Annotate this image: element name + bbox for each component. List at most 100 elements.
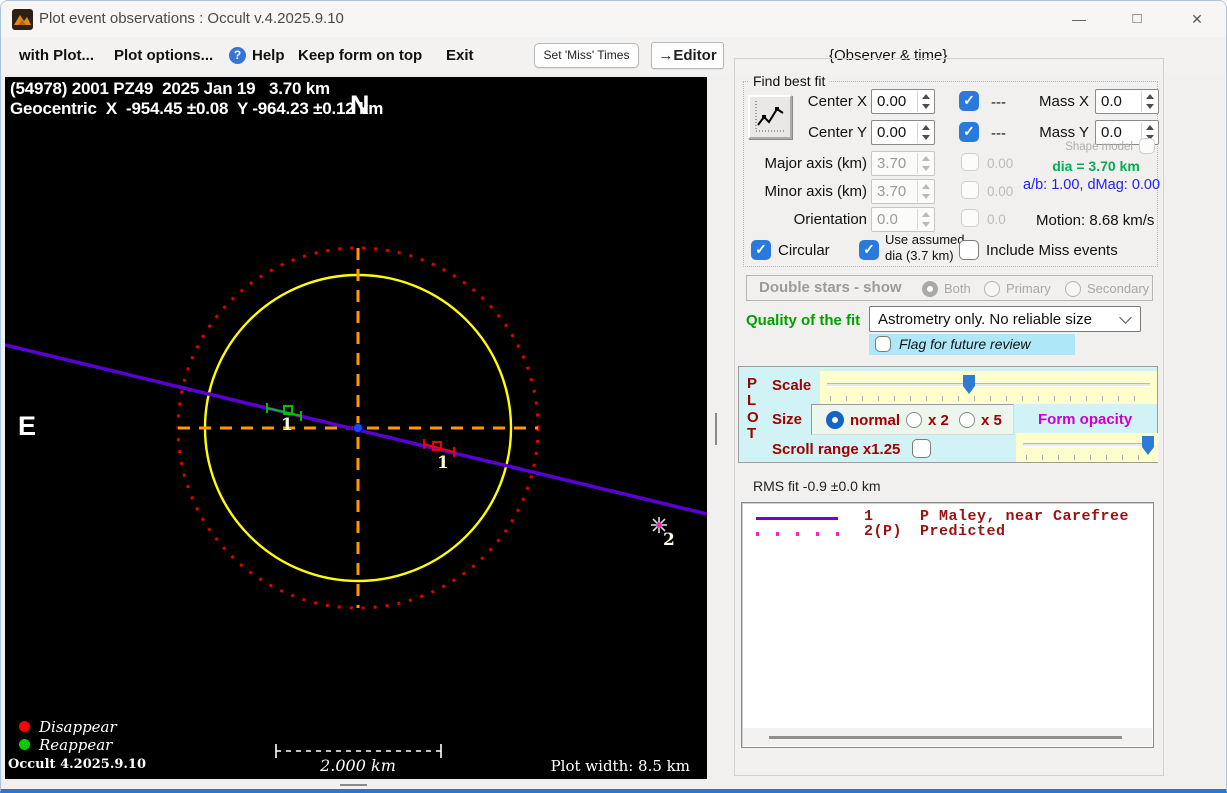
horizontal-scrollbar-thumb[interactable]: [340, 784, 367, 786]
center-point: [353, 423, 363, 433]
size-x5-label: x 5: [981, 412, 1002, 429]
menu-plot-options[interactable]: Plot options...: [114, 47, 213, 64]
include-miss-checkbox[interactable]: [959, 240, 979, 260]
orientation-value: 0.0: [877, 211, 898, 228]
menu-keep-on-top[interactable]: Keep form on top: [298, 47, 422, 64]
dia-text: dia = 3.70 km: [1052, 158, 1140, 174]
size-normal-radio[interactable]: [826, 411, 844, 429]
major-axis-checkbox: [961, 153, 979, 171]
menu-exit[interactable]: Exit: [446, 47, 474, 64]
predicted-label: 2: [663, 530, 675, 550]
orientation-field: 0.0: [871, 207, 935, 232]
list-row-desc[interactable]: Predicted: [920, 523, 1006, 540]
size-label: Size: [772, 411, 803, 428]
app-icon: [12, 9, 33, 30]
fit-center-y-checkbox[interactable]: ✓: [959, 122, 979, 142]
menu-help[interactable]: Help: [252, 47, 285, 64]
minor-axis-spinner: [917, 181, 933, 202]
center-x-spinner[interactable]: [917, 91, 933, 112]
maximize-icon[interactable]: □: [1114, 4, 1160, 34]
check-icon: ✓: [963, 123, 975, 139]
scale-slider[interactable]: [820, 371, 1157, 404]
observation-list[interactable]: 1 P Maley, near Carefree 2(P) Predicted: [741, 502, 1154, 748]
set-miss-times-button[interactable]: Set 'Miss' Times: [534, 43, 639, 68]
check-icon: ✓: [963, 92, 975, 108]
center-y-dash: ---: [991, 125, 1006, 142]
minor-axis-checkbox: [961, 181, 979, 199]
major-axis-value: 3.70: [877, 155, 907, 172]
center-y-field[interactable]: 0.00: [871, 120, 935, 145]
list-scrollbar-thumb[interactable]: [769, 736, 1122, 739]
center-y-spinner[interactable]: [917, 122, 933, 143]
ab-dmag-text: a/b: 1.00, dMag: 0.00: [1023, 177, 1161, 193]
major-axis-label: Major axis (km): [764, 155, 867, 172]
north-label: N: [350, 90, 370, 120]
opacity-slider-thumb[interactable]: [1142, 436, 1154, 455]
center-x-value: 0.00: [877, 93, 907, 110]
legend-disappear: Disappear: [39, 718, 117, 736]
scale-slider-thumb[interactable]: [963, 375, 975, 394]
scroll-range-checkbox[interactable]: [912, 439, 931, 458]
occultation-plot[interactable]: (54978) 2001 PZ49 2025 Jan 19 3.70 km Ge…: [5, 77, 707, 779]
help-icon[interactable]: ?: [229, 47, 246, 64]
size-x5-radio[interactable]: [959, 412, 975, 428]
mass-y-label: Mass Y: [1039, 124, 1089, 141]
list-scrollbar-track[interactable]: [743, 728, 1152, 746]
close-icon[interactable]: ✕: [1174, 4, 1220, 34]
minor-axis-field: 3.70: [871, 179, 935, 204]
mass-x-field[interactable]: 0.0: [1095, 89, 1159, 114]
fit-center-x-checkbox[interactable]: ✓: [959, 91, 979, 111]
mass-x-spinner[interactable]: [1141, 91, 1157, 112]
plot-canvas: [5, 246, 707, 758]
double-stars-group: Double stars - show Both Primary Seconda…: [746, 275, 1153, 301]
app-window: Plot event observations : Occult v.4.202…: [0, 0, 1227, 793]
menu-with-plot[interactable]: with Plot...: [19, 47, 94, 64]
double-secondary-radio: [1065, 281, 1081, 297]
double-both-label: Both: [944, 281, 971, 296]
mass-x-label: Mass X: [1038, 93, 1089, 110]
editor-button[interactable]: →Editor: [651, 42, 724, 69]
occult-version: Occult 4.2025.9.10: [8, 757, 147, 772]
mass-x-value: 0.0: [1101, 93, 1122, 110]
chord1-reappear-label: 1: [281, 415, 293, 435]
circular-checkbox[interactable]: ✓: [751, 240, 771, 260]
mass-y-value: 0.0: [1101, 124, 1122, 141]
double-stars-title: Double stars - show: [759, 279, 902, 296]
double-primary-label: Primary: [1006, 281, 1051, 296]
flag-review-row: Flag for future review: [869, 334, 1075, 355]
find-best-fit-caption: Find best fit: [749, 73, 830, 89]
vertical-scrollbar-thumb[interactable]: [715, 413, 717, 445]
use-assumed-dia-checkbox[interactable]: ✓: [859, 240, 879, 260]
rms-fit-label: RMS fit -0.9 ±0.0 km: [753, 478, 881, 494]
center-x-field[interactable]: 0.00: [871, 89, 935, 114]
chord1-disappear-label: 1: [437, 453, 449, 473]
opacity-slider-track[interactable]: [1023, 443, 1151, 447]
minimize-icon[interactable]: —: [1056, 4, 1102, 34]
flag-review-checkbox[interactable]: [875, 336, 891, 352]
list-row-num[interactable]: 2(P): [864, 523, 902, 540]
use-assumed-dia-label: Use assumed dia (3.7 km): [885, 232, 965, 263]
flag-review-label: Flag for future review: [899, 336, 1031, 352]
size-x2-radio[interactable]: [906, 412, 922, 428]
legend-reappear: Reappear: [39, 736, 113, 754]
include-miss-label: Include Miss events: [986, 242, 1118, 259]
quality-dropdown[interactable]: Astrometry only. No reliable size: [869, 306, 1141, 332]
plot-title-line2: Geocentric X -954.45 ±0.08 Y -964.23 ±0.…: [10, 99, 384, 118]
chord-swatch-solid: [756, 517, 838, 520]
opacity-slider[interactable]: [1016, 433, 1158, 462]
orientation-spinner: [917, 209, 933, 230]
center-y-label: Center Y: [808, 124, 867, 141]
plot-title-line1: (54978) 2001 PZ49 2025 Jan 19 3.70 km: [10, 79, 330, 98]
shape-model-checkbox: [1139, 138, 1155, 154]
plot-width-label: Plot width: 8.5 km: [550, 757, 690, 775]
scale-slider-track[interactable]: [827, 383, 1150, 387]
orientation-check-label: 0.0: [987, 212, 1006, 227]
center-x-label: Center X: [807, 93, 867, 110]
plot-panel-vertical-label: P L O T: [747, 375, 759, 443]
orientation-label: Orientation: [793, 211, 867, 228]
size-radio-group: normal x 2 x 5: [811, 404, 1014, 435]
check-icon: ✓: [863, 241, 875, 257]
double-primary-radio: [984, 281, 1000, 297]
minor-axis-label: Minor axis (km): [764, 183, 867, 200]
check-icon: ✓: [755, 241, 767, 257]
